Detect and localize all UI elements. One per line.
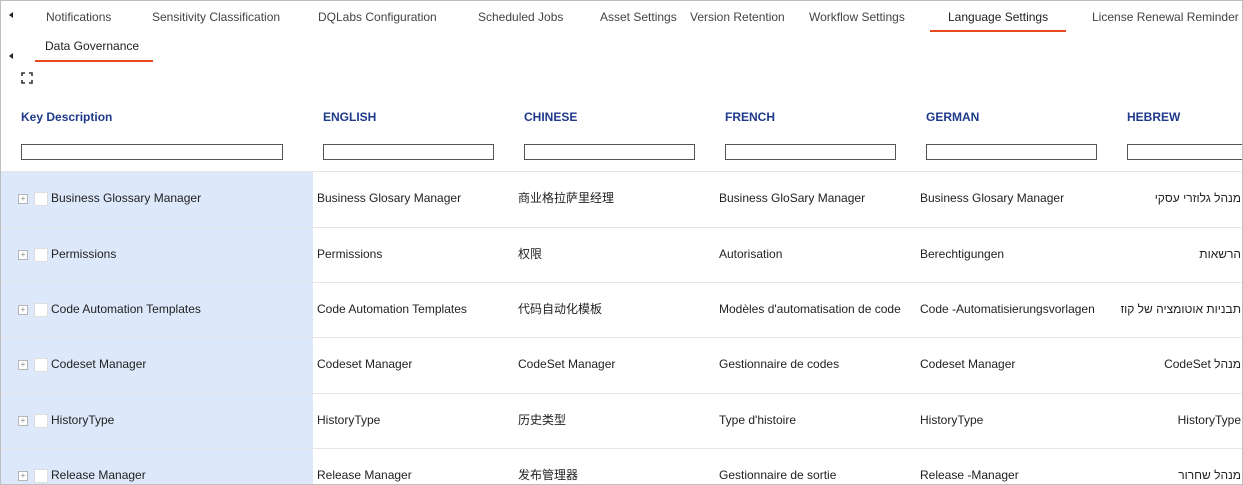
row-checkbox[interactable] [34,358,48,372]
key-description-text: Business Glossary Manager [51,191,202,205]
cell-hebrew[interactable]: מנהל CodeSet [1121,338,1241,394]
row-checkbox[interactable] [34,248,48,262]
filter-key-description[interactable] [21,144,283,160]
key-description-text: Release Manager [51,468,146,482]
tab-language-settings[interactable]: Language Settings [929,10,1067,32]
cell-german[interactable]: HistoryType [920,394,1120,450]
filter-hebrew[interactable] [1127,144,1242,160]
key-cell[interactable]: + HistoryType [1,394,313,450]
expand-row-icon[interactable]: + [18,471,28,481]
column-header-key-description[interactable]: Key Description [21,101,112,133]
cell-french[interactable]: Business GloSary Manager [719,172,919,228]
tab-license-renewal-reminder[interactable]: License Renewal Reminder [1092,10,1239,24]
tab-asset-settings[interactable]: Asset Settings [600,10,677,24]
tab-workflow-settings[interactable]: Workflow Settings [809,10,905,24]
filter-chinese[interactable] [524,144,695,160]
tab-scroll-left-icon[interactable] [9,53,13,59]
cell-chinese[interactable]: 代码自动化模板 [518,283,718,339]
cell-hebrew[interactable]: תבניות אוטומציה של קוד [1121,283,1241,339]
cell-chinese[interactable]: 商业格拉萨里经理 [518,172,718,228]
key-cell[interactable]: + Permissions [1,228,313,284]
row-checkbox[interactable] [34,303,48,317]
expand-row-icon[interactable]: + [18,194,28,204]
tab-scheduled-jobs[interactable]: Scheduled Jobs [478,10,563,24]
cell-english[interactable]: Permissions [317,228,517,284]
table-row[interactable]: + HistoryType HistoryType 历史类型 Type d'histoi… [1,393,1242,450]
table-row[interactable]: + Business Glossary Manager Business Glosa… [1,171,1242,228]
column-header-english[interactable]: ENGLISH [323,101,376,133]
expand-row-icon[interactable]: + [18,416,28,426]
tab-scroll-left-icon[interactable] [9,12,13,18]
filter-english[interactable] [323,144,494,160]
cell-french[interactable]: Type d'histoire [719,394,919,450]
cell-german[interactable]: Code -Automatisierungsvorlagen [920,283,1120,339]
tab-dqlabs-configuration[interactable]: DQLabs Configuration [318,10,437,24]
cell-english[interactable]: Code Automation Templates [317,283,517,339]
table-row[interactable]: + Permissions Permissions 权限 Autorisation Ber… [1,227,1242,284]
column-header-german[interactable]: GERMAN [926,101,979,133]
cell-english[interactable]: Release Manager [317,449,517,484]
tab-data-governance[interactable]: Data Governance [34,39,154,62]
cell-french[interactable]: Gestionnaire de codes [719,338,919,394]
fullscreen-icon[interactable] [21,72,33,84]
key-cell[interactable]: + Business Glossary Manager [1,172,313,228]
cell-chinese[interactable]: 权限 [518,228,718,284]
table-row[interactable]: + Release Manager Release Manager 发布管理器 Gest… [1,448,1242,484]
tab-notifications[interactable]: Notifications [46,10,111,24]
column-header-french[interactable]: FRENCH [725,101,775,133]
cell-hebrew[interactable]: מנהל שחרור [1121,449,1241,484]
key-description-text: Permissions [51,247,117,261]
key-cell[interactable]: + Codeset Manager [1,338,313,394]
row-checkbox[interactable] [34,192,48,206]
cell-english[interactable]: Business Glosary Manager [317,172,517,228]
column-header-hebrew[interactable]: HEBREW [1127,101,1180,133]
key-description-text: HistoryType [51,413,115,427]
cell-english[interactable]: Codeset Manager [317,338,517,394]
filter-german[interactable] [926,144,1097,160]
cell-chinese[interactable]: 历史类型 [518,394,718,450]
cell-english[interactable]: HistoryType [317,394,517,450]
key-description-text: Code Automation Templates [51,302,201,316]
cell-french[interactable]: Modèles d'automatisation de code [719,283,919,339]
cell-french[interactable]: Gestionnaire de sortie [719,449,919,484]
cell-chinese[interactable]: CodeSet Manager [518,338,718,394]
cell-german[interactable]: Codeset Manager [920,338,1120,394]
cell-german[interactable]: Berechtigungen [920,228,1120,284]
cell-hebrew[interactable]: HistoryType [1121,394,1241,450]
cell-hebrew[interactable]: מנהל גלוזרי עסקי [1121,172,1241,228]
cell-german[interactable]: Business Glosary Manager [920,172,1120,228]
filter-french[interactable] [725,144,896,160]
table-row[interactable]: + Codeset Manager Codeset Manager CodeSet M… [1,337,1242,394]
settings-tab-bar: Notifications Sensitivity Classification… [1,1,1242,32]
row-checkbox[interactable] [34,414,48,428]
row-checkbox[interactable] [34,469,48,483]
settings-tab-bar-row2: Data Governance [1,33,1242,62]
table-row[interactable]: + Code Automation Templates Code Automatio… [1,282,1242,339]
expand-row-icon[interactable]: + [18,250,28,260]
tab-version-retention[interactable]: Version Retention [690,10,785,24]
column-header-chinese[interactable]: CHINESE [524,101,577,133]
cell-french[interactable]: Autorisation [719,228,919,284]
cell-chinese[interactable]: 发布管理器 [518,449,718,484]
expand-row-icon[interactable]: + [18,360,28,370]
expand-row-icon[interactable]: + [18,305,28,315]
key-cell[interactable]: + Release Manager [1,449,313,484]
key-description-text: Codeset Manager [51,357,147,371]
tab-sensitivity-classification[interactable]: Sensitivity Classification [152,10,280,24]
language-settings-panel: Notifications Sensitivity Classification… [0,0,1243,485]
key-cell[interactable]: + Code Automation Templates [1,283,313,339]
cell-hebrew[interactable]: הרשאות [1121,228,1241,284]
cell-german[interactable]: Release -Manager [920,449,1120,484]
